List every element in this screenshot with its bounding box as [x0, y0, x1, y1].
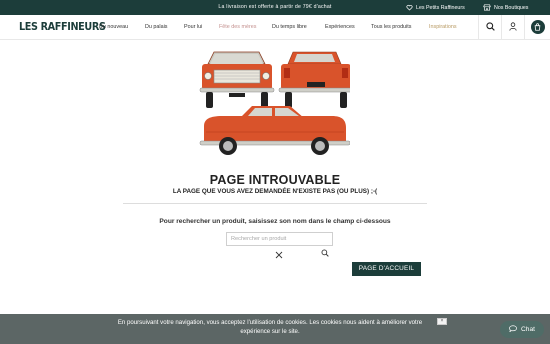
announcement-bar: La livraison est offerte à partir de 79€… — [0, 0, 550, 15]
car-side-view — [199, 106, 351, 155]
nav-du-palais[interactable]: Du palais — [145, 24, 167, 30]
petits-raffineurs-label: Les Petits Raffineurs — [416, 4, 465, 11]
chat-bubble-icon — [509, 325, 517, 334]
cart-button[interactable] — [524, 15, 550, 39]
search-submit-icon[interactable] — [321, 244, 329, 262]
nav-du-temps-libre[interactable]: Du temps libre — [272, 24, 307, 30]
car-front-view — [199, 51, 275, 108]
cookie-close-button[interactable]: × — [437, 318, 447, 325]
search-prompt: Pour rechercher un produit, saisissez so… — [159, 218, 391, 225]
cart-icon — [534, 18, 541, 36]
search-button[interactable] — [478, 15, 501, 39]
nav-pour-lui[interactable]: Pour lui — [184, 24, 202, 30]
heart-hands-icon — [406, 4, 413, 11]
car-rear-view — [278, 51, 354, 108]
search-input[interactable] — [226, 232, 333, 246]
nav-tous-les-produits[interactable]: Tous les produits — [371, 24, 411, 30]
search-icon — [485, 18, 495, 36]
cart-circle — [530, 18, 545, 36]
nav-inspirations[interactable]: Inspirations — [429, 24, 457, 30]
site-header: LES RAFFINEURS Du nouveau Du palais Pour… — [0, 15, 550, 40]
nos-boutiques-label: Nos Boutiques — [494, 4, 529, 11]
chat-button[interactable]: Chat — [500, 321, 544, 338]
nos-boutiques-link[interactable]: Nos Boutiques — [483, 2, 528, 13]
divider — [123, 203, 427, 204]
account-icon — [509, 18, 517, 36]
page-title: PAGE INTROUVABLE — [209, 173, 341, 187]
nav-du-nouveau[interactable]: Du nouveau — [99, 24, 128, 30]
site-logo[interactable]: LES RAFFINEURS — [19, 21, 106, 33]
nav-fete-des-meres[interactable]: Fête des mères — [219, 24, 256, 30]
home-page-button[interactable]: PAGE D'ACCUEIL — [352, 262, 421, 276]
clear-search-icon[interactable] — [275, 246, 283, 264]
vintage-orange-cars-illustration — [198, 48, 354, 164]
chat-label: Chat — [521, 326, 535, 333]
page-subtitle: LA PAGE QUE VOUS AVEZ DEMANDÉE N'EXISTE … — [172, 188, 378, 195]
cookie-text: En poursuivant votre navigation, vous ac… — [117, 319, 423, 335]
account-button[interactable] — [501, 15, 524, 39]
announcement-text: La livraison est offerte à partir de 79€… — [218, 4, 332, 10]
nav-experiences[interactable]: Expériences — [325, 24, 355, 30]
store-icon — [483, 4, 491, 11]
header-icons — [478, 15, 550, 39]
petits-raffineurs-link[interactable]: Les Petits Raffineurs — [406, 2, 465, 13]
cookie-banner: En poursuivant votre navigation, vous ac… — [0, 314, 550, 344]
